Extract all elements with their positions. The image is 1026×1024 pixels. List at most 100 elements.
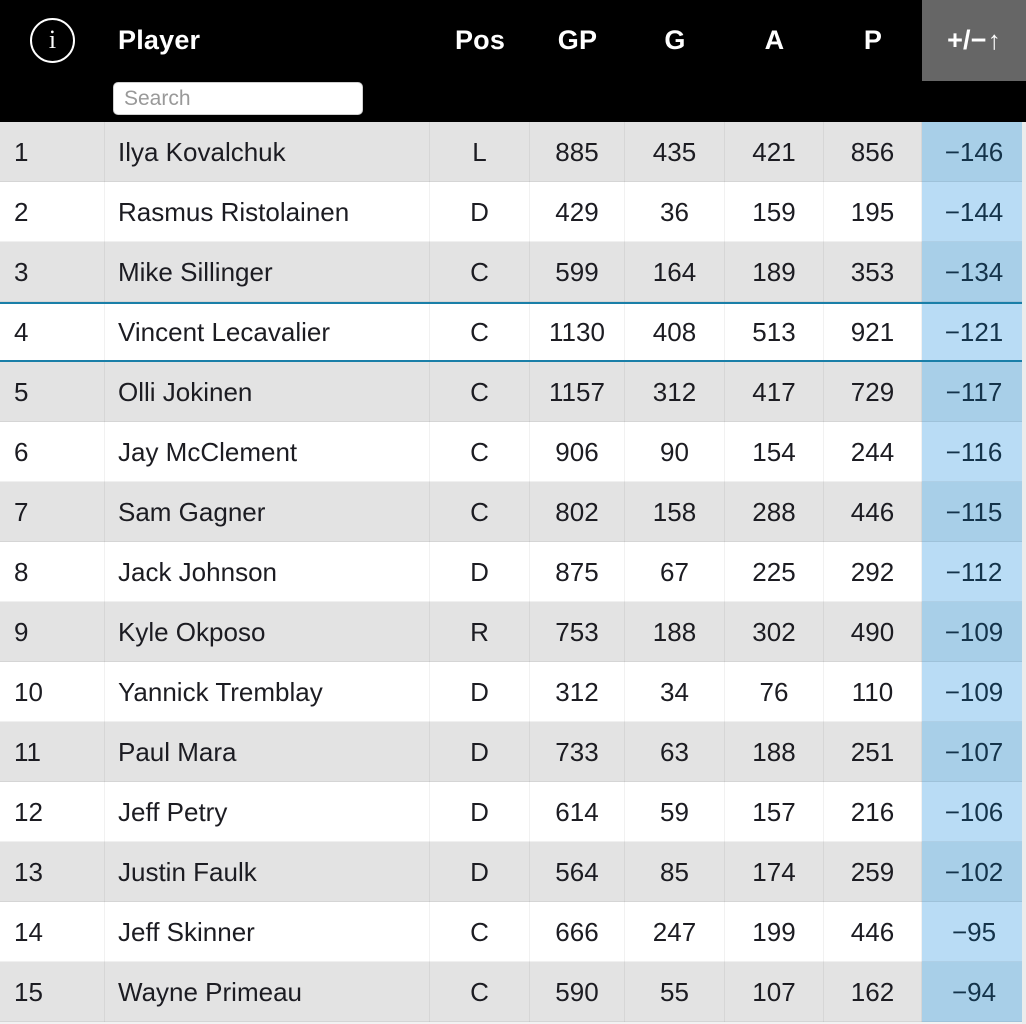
cell-player: Justin Faulk (105, 842, 430, 902)
cell-rank: 1 (0, 122, 105, 182)
cell-a: 421 (725, 122, 824, 182)
cell-plusminus: −107 (922, 722, 1026, 782)
cell-rank: 14 (0, 902, 105, 962)
cell-pos: D (430, 182, 530, 242)
header-cell-player[interactable]: Player (105, 25, 430, 56)
cell-a: 199 (725, 902, 824, 962)
cell-a: 188 (725, 722, 824, 782)
table-row[interactable]: 7 Sam Gagner C 802 158 288 446 −115 (0, 482, 1026, 542)
header-label-a: A (764, 25, 785, 55)
cell-g: 34 (625, 662, 725, 722)
cell-plusminus: −112 (922, 542, 1026, 602)
table-row[interactable]: 9 Kyle Okposo R 753 188 302 490 −109 (0, 602, 1026, 662)
cell-player: Jack Johnson (105, 542, 430, 602)
header-label-pos: Pos (454, 25, 506, 55)
cell-p: 446 (824, 482, 922, 542)
cell-plusminus: −117 (922, 362, 1026, 422)
cell-player: Paul Mara (105, 722, 430, 782)
cell-plusminus: −121 (922, 302, 1026, 362)
cell-rank: 2 (0, 182, 105, 242)
cell-p: 856 (824, 122, 922, 182)
cell-pos: D (430, 782, 530, 842)
header-cell-gp[interactable]: GP (530, 0, 625, 81)
sort-ascending-arrow-icon: ↑ (987, 25, 1001, 55)
cell-a: 154 (725, 422, 824, 482)
cell-gp: 875 (530, 542, 625, 602)
table-row[interactable]: 8 Jack Johnson D 875 67 225 292 −112 (0, 542, 1026, 602)
cell-gp: 733 (530, 722, 625, 782)
cell-plusminus: −116 (922, 422, 1026, 482)
cell-player: Jeff Skinner (105, 902, 430, 962)
cell-gp: 1157 (530, 362, 625, 422)
cell-gp: 753 (530, 602, 625, 662)
cell-gp: 906 (530, 422, 625, 482)
cell-g: 90 (625, 422, 725, 482)
cell-rank: 8 (0, 542, 105, 602)
info-button[interactable]: i (0, 0, 105, 81)
table-row[interactable]: 11 Paul Mara D 733 63 188 251 −107 (0, 722, 1026, 782)
header-label-p: P (863, 25, 883, 55)
cell-rank: 3 (0, 242, 105, 302)
cell-pos: D (430, 842, 530, 902)
header-cell-plusminus[interactable]: +/− ↑ (922, 0, 1026, 81)
cell-pos: C (430, 302, 530, 362)
cell-plusminus: −144 (922, 182, 1026, 242)
header-cell-a[interactable]: A (725, 0, 824, 81)
cell-a: 157 (725, 782, 824, 842)
header-label-player: Player (118, 25, 201, 55)
cell-pos: R (430, 602, 530, 662)
header-cell-p[interactable]: P (824, 0, 922, 81)
cell-player: Vincent Lecavalier (105, 302, 430, 362)
cell-pos: D (430, 662, 530, 722)
cell-gp: 885 (530, 122, 625, 182)
cell-g: 36 (625, 182, 725, 242)
cell-gp: 312 (530, 662, 625, 722)
cell-p: 195 (824, 182, 922, 242)
cell-plusminus: −134 (922, 242, 1026, 302)
table-row[interactable]: 1 Ilya Kovalchuk L 885 435 421 856 −146 (0, 122, 1026, 182)
table-row[interactable]: 10 Yannick Tremblay D 312 34 76 110 −109 (0, 662, 1026, 722)
cell-g: 158 (625, 482, 725, 542)
cell-p: 353 (824, 242, 922, 302)
cell-player: Mike Sillinger (105, 242, 430, 302)
cell-pos: D (430, 542, 530, 602)
cell-gp: 666 (530, 902, 625, 962)
table-row[interactable]: 15 Wayne Primeau C 590 55 107 162 −94 (0, 962, 1026, 1022)
cell-player: Yannick Tremblay (105, 662, 430, 722)
table-row[interactable]: 5 Olli Jokinen C 1157 312 417 729 −117 (0, 362, 1026, 422)
cell-rank: 9 (0, 602, 105, 662)
table-row[interactable]: 2 Rasmus Ristolainen D 429 36 159 195 −144 (0, 182, 1026, 242)
cell-a: 159 (725, 182, 824, 242)
table-right-edge (1022, 122, 1026, 1024)
cell-p: 490 (824, 602, 922, 662)
table-row[interactable]: 13 Justin Faulk D 564 85 174 259 −102 (0, 842, 1026, 902)
cell-p: 244 (824, 422, 922, 482)
table-row[interactable]: 14 Jeff Skinner C 666 247 199 446 −95 (0, 902, 1026, 962)
cell-p: 446 (824, 902, 922, 962)
cell-p: 251 (824, 722, 922, 782)
cell-gp: 614 (530, 782, 625, 842)
cell-g: 55 (625, 962, 725, 1022)
header-cell-pos[interactable]: Pos (430, 0, 530, 81)
cell-gp: 590 (530, 962, 625, 1022)
cell-a: 302 (725, 602, 824, 662)
cell-rank: 6 (0, 422, 105, 482)
table-row[interactable]: 6 Jay McClement C 906 90 154 244 −116 (0, 422, 1026, 482)
info-circle-icon: i (30, 18, 75, 63)
header-cell-g[interactable]: G (625, 0, 725, 81)
cell-plusminus: −146 (922, 122, 1026, 182)
cell-plusminus: −106 (922, 782, 1026, 842)
table-row[interactable]: 12 Jeff Petry D 614 59 157 216 −106 (0, 782, 1026, 842)
cell-a: 174 (725, 842, 824, 902)
search-input[interactable] (113, 82, 363, 115)
cell-g: 247 (625, 902, 725, 962)
cell-rank: 13 (0, 842, 105, 902)
row-divider (0, 361, 1026, 362)
cell-a: 225 (725, 542, 824, 602)
cell-a: 107 (725, 962, 824, 1022)
cell-p: 292 (824, 542, 922, 602)
cell-p: 921 (824, 302, 922, 362)
table-row[interactable]: 3 Mike Sillinger C 599 164 189 353 −134 (0, 242, 1026, 302)
cell-pos: C (430, 902, 530, 962)
table-row[interactable]: 4 Vincent Lecavalier C 1130 408 513 921 −121 (0, 302, 1026, 362)
